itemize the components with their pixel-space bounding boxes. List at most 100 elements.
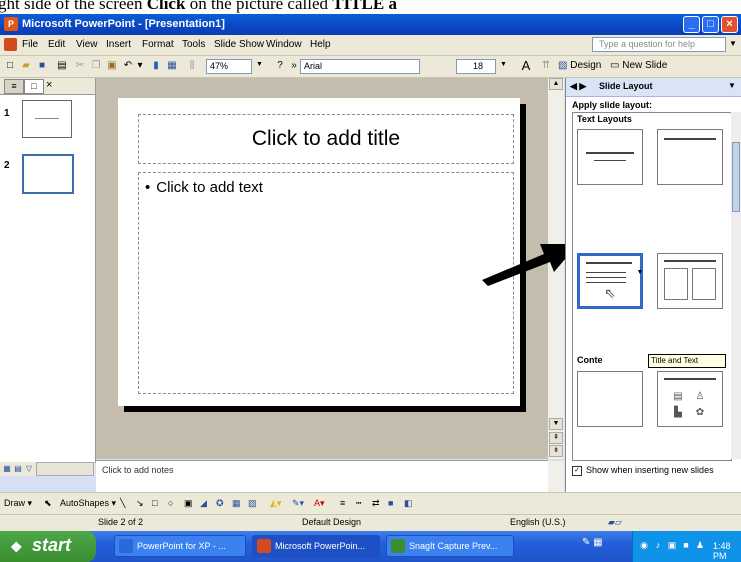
diagram-icon[interactable]: ✪ bbox=[216, 498, 224, 509]
line-color-icon[interactable]: ✎▾ bbox=[292, 498, 304, 509]
menu-insert[interactable]: Insert bbox=[106, 39, 131, 50]
font-select[interactable]: Arial bbox=[300, 59, 420, 74]
quick-tray-icons[interactable]: ✎ ▦ bbox=[582, 537, 603, 548]
rectangle-icon[interactable]: □ bbox=[152, 498, 157, 508]
insert-table-icon[interactable]: ▦ bbox=[166, 60, 178, 72]
slide-show-icon[interactable]: ▽ bbox=[24, 464, 34, 474]
outline-tab[interactable]: ≡ bbox=[4, 79, 24, 94]
layout-title-and-content[interactable]: ▤ ♙ ▙ ✿ bbox=[657, 371, 723, 427]
print-icon[interactable]: ▤ bbox=[56, 60, 68, 72]
pane-close-icon[interactable]: × bbox=[46, 79, 52, 91]
new-slide-button[interactable]: ▭ New Slide bbox=[610, 60, 667, 71]
textbox-icon[interactable]: ▣ bbox=[184, 498, 193, 509]
scroll-down-icon[interactable]: ▼ bbox=[549, 418, 563, 430]
scroll-up-icon[interactable]: ▲ bbox=[549, 78, 563, 90]
previous-slide-icon[interactable]: ⇞ bbox=[549, 432, 563, 444]
volume-icon[interactable]: ♪ bbox=[653, 540, 663, 550]
line-icon[interactable]: ╲ bbox=[120, 498, 125, 509]
increase-font-icon[interactable]: A bbox=[520, 59, 532, 72]
menu-window[interactable]: Window bbox=[266, 39, 302, 50]
columns-icon[interactable]: ⫼ bbox=[186, 60, 198, 72]
minimize-button[interactable]: _ bbox=[683, 16, 700, 33]
more-buttons-icon[interactable]: » bbox=[288, 60, 300, 72]
open-icon[interactable]: ▰ bbox=[20, 60, 32, 72]
font-size-dropdown-icon[interactable]: ▼ bbox=[500, 61, 507, 68]
menu-file[interactable]: File bbox=[22, 39, 38, 50]
3d-icon[interactable]: ◧ bbox=[404, 498, 413, 509]
layout-dropdown-icon[interactable]: ▼ bbox=[632, 266, 648, 280]
body-placeholder[interactable]: • Click to add text bbox=[138, 172, 514, 394]
security-icon[interactable]: ■ bbox=[681, 540, 691, 550]
clipart-icon[interactable]: ▦ bbox=[232, 498, 241, 509]
taskbar-button-snagit[interactable]: SnagIt Capture Prev... bbox=[386, 535, 514, 557]
show-checkbox[interactable]: ✓ bbox=[572, 465, 582, 476]
design-button[interactable]: ▨ Design bbox=[558, 60, 601, 71]
font-size-select[interactable]: 18 bbox=[456, 59, 496, 74]
zoom-dropdown-icon[interactable]: ▼ bbox=[256, 61, 263, 68]
menu-edit[interactable]: Edit bbox=[48, 39, 65, 50]
menu-view[interactable]: View bbox=[76, 39, 98, 50]
undo-dropdown-icon[interactable]: ▾ bbox=[134, 60, 146, 72]
help-dropdown-icon[interactable]: ▼ bbox=[729, 39, 737, 48]
picture-icon[interactable]: ▨ bbox=[248, 498, 257, 509]
help-search-input[interactable]: Type a question for help bbox=[592, 37, 726, 52]
save-icon[interactable]: ■ bbox=[36, 60, 48, 72]
current-slide[interactable]: Click to add title • Click to add text bbox=[118, 98, 520, 406]
menu-format[interactable]: Format bbox=[142, 39, 174, 50]
show-when-inserting[interactable]: ✓ Show when inserting new slides bbox=[572, 465, 714, 476]
wordart-icon[interactable]: ◢ bbox=[200, 498, 207, 509]
new-icon[interactable]: □ bbox=[4, 60, 16, 72]
zoom-select[interactable]: 47% bbox=[206, 59, 252, 74]
start-button[interactable]: ❖ start bbox=[0, 531, 96, 562]
font-color-icon[interactable]: A▾ bbox=[314, 498, 325, 509]
copy-icon[interactable]: ❐ bbox=[90, 60, 102, 72]
taskbar-button-powerpoint[interactable]: Microsoft PowerPoin... bbox=[252, 535, 380, 557]
oval-icon[interactable]: ○ bbox=[168, 498, 173, 508]
select-objects-icon[interactable]: ⬉ bbox=[44, 498, 52, 509]
layout-title-slide[interactable] bbox=[577, 129, 643, 185]
layout-blank[interactable] bbox=[577, 371, 643, 427]
horizontal-scrollbar[interactable] bbox=[36, 462, 94, 476]
cut-icon[interactable]: ✂ bbox=[74, 60, 86, 72]
dash-style-icon[interactable]: ┅ bbox=[356, 498, 361, 509]
antivirus-icon[interactable]: ▣ bbox=[667, 540, 677, 550]
notes-scrollbar[interactable] bbox=[548, 461, 564, 493]
normal-view-icon[interactable]: ▦ bbox=[2, 464, 12, 474]
grow-font-icon[interactable]: ⇈ bbox=[540, 60, 552, 72]
messenger-icon[interactable]: ♟ bbox=[695, 540, 705, 550]
line-style-icon[interactable]: ≡ bbox=[340, 498, 345, 508]
undo-icon[interactable]: ↶ bbox=[122, 60, 134, 72]
close-button[interactable]: × bbox=[721, 16, 738, 33]
draw-menu[interactable]: Draw ▾ bbox=[4, 498, 32, 509]
shadow-icon[interactable]: ■ bbox=[388, 498, 393, 508]
taskbar-button-powerpoint-xp[interactable]: PowerPoint for XP - ... bbox=[114, 535, 246, 557]
layout-title-only[interactable] bbox=[657, 129, 723, 185]
network-icon[interactable]: ◉ bbox=[639, 540, 649, 550]
fill-color-icon[interactable]: ◭▾ bbox=[270, 498, 281, 509]
layout-title-two-columns[interactable] bbox=[657, 253, 723, 309]
slide-thumbnail-2[interactable] bbox=[22, 154, 74, 194]
paste-icon[interactable]: ▣ bbox=[106, 60, 118, 72]
menu-tools[interactable]: Tools bbox=[182, 39, 205, 50]
next-slide-icon[interactable]: ⇟ bbox=[549, 445, 563, 457]
slide-thumbnail-1[interactable] bbox=[22, 100, 72, 138]
help-icon[interactable]: ? bbox=[274, 60, 286, 72]
task-pane-nav-icons[interactable]: ◀ ▶ bbox=[570, 81, 586, 92]
title-placeholder[interactable]: Click to add title bbox=[138, 114, 514, 164]
slides-tab[interactable]: □ bbox=[24, 79, 44, 94]
menu-help[interactable]: Help bbox=[310, 39, 331, 50]
arrow-icon[interactable]: ↘ bbox=[136, 498, 144, 509]
powerpoint-app-icon[interactable]: P bbox=[4, 17, 18, 31]
notes-placeholder[interactable]: Click to add notes bbox=[102, 465, 174, 475]
maximize-button[interactable]: □ bbox=[702, 16, 719, 33]
task-pane-scrollbar[interactable] bbox=[731, 112, 741, 459]
slide-sorter-icon[interactable]: ▤ bbox=[13, 464, 23, 474]
layout-title-and-text[interactable]: ⇖ ▼ bbox=[577, 253, 643, 309]
autoshapes-menu[interactable]: AutoShapes ▾ bbox=[60, 498, 116, 509]
insert-chart-icon[interactable]: ▮ bbox=[150, 60, 162, 72]
task-pane-dropdown-icon[interactable]: ▼ bbox=[728, 81, 736, 90]
task-pane-scroll-thumb[interactable] bbox=[732, 142, 740, 212]
notes-pane[interactable]: Click to add notes bbox=[96, 460, 564, 493]
document-icon[interactable] bbox=[4, 38, 17, 51]
menu-slide-show[interactable]: Slide Show bbox=[214, 39, 264, 50]
